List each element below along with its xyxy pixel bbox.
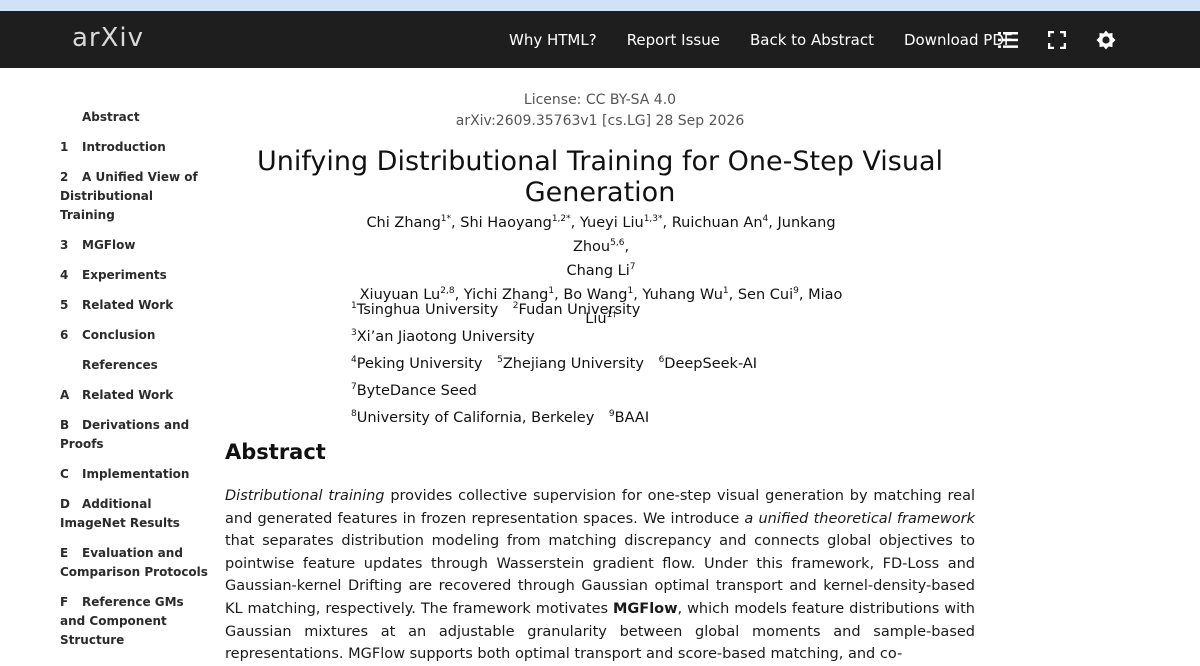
nav-report-issue[interactable]: Report Issue	[627, 31, 720, 49]
affiliation: 7ByteDance Seed	[351, 382, 477, 399]
affiliation: 6DeepSeek-AI	[658, 355, 758, 372]
toc-item-mgflow[interactable]: 3 MGFlow	[60, 236, 210, 255]
license-text[interactable]: License: CC BY-SA 4.0	[225, 90, 975, 111]
affiliation: 2Fudan University	[512, 301, 641, 318]
toc-item-implementation[interactable]: C Implementation	[60, 465, 210, 484]
nav-icons	[996, 11, 1143, 68]
table-of-contents: Abstract 1 Introduction 2A Unified View o…	[60, 108, 210, 661]
nav-links: Why HTML? Report Issue Back to Abstract …	[494, 11, 1028, 68]
abstract-text: Distributional training provides collect…	[225, 488, 975, 663]
affiliation-line-3: 8University of California, Berkeley 9BAA…	[351, 405, 831, 432]
affiliation-line-2: 4Peking University 5Zhejiang University …	[351, 351, 831, 405]
affiliation: 4Peking University	[351, 355, 483, 372]
fullscreen-icon[interactable]	[1045, 28, 1069, 52]
toc-item-experiments[interactable]: 4 Experiments	[60, 266, 210, 285]
affiliation-line-1: 1Tsinghua University 2Fudan University 3…	[351, 297, 831, 351]
affiliation: 3Xi’an Jiaotong University	[351, 328, 535, 345]
toc-item-unified-view[interactable]: 2A Unified View of Distributional Traini…	[60, 168, 210, 225]
affiliation: 5Zhejiang University	[497, 355, 644, 372]
theme-settings-icon[interactable]	[1094, 28, 1118, 52]
table-of-contents-icon[interactable]	[996, 28, 1020, 52]
toc-item-evaluation[interactable]: E Evaluation and Comparison Protocols	[60, 544, 210, 582]
nav-why-html[interactable]: Why HTML?	[509, 31, 597, 49]
author: Chang Li	[566, 263, 630, 279]
toc-item-conclusion[interactable]: 6 Conclusion	[60, 326, 210, 345]
toc-item-related-work[interactable]: 5 Related Work	[60, 296, 210, 315]
toc-item-appendix-related-work[interactable]: A Related Work	[60, 386, 210, 405]
browser-top-strip	[0, 0, 1200, 11]
nav-back-to-abstract[interactable]: Back to Abstract	[750, 31, 874, 49]
arxiv-logo[interactable]: arXiv	[72, 23, 144, 53]
affiliation: 8University of California, Berkeley	[351, 409, 595, 426]
toc-item-introduction[interactable]: 1 Introduction	[60, 138, 210, 157]
abstract-heading: Abstract	[225, 440, 326, 464]
author: Ruichuan An	[671, 215, 763, 231]
author: Yueyi Liu	[579, 215, 644, 231]
toc-item-references[interactable]: References	[60, 356, 210, 375]
author: Chi Zhang	[366, 215, 441, 231]
arxiv-id: arXiv:2609.35763v1 [cs.LG] 28 Sep 2026	[455, 113, 745, 129]
toc-item-reference-gms[interactable]: F Reference GMs and Component Structure	[60, 593, 210, 650]
toc-item-abstract[interactable]: Abstract	[60, 108, 210, 127]
paper-meta: License: CC BY-SA 4.0 arXiv:2609.35763v1…	[225, 90, 975, 132]
affiliation: 9BAAI	[608, 409, 650, 426]
paper-title: Unifying Distributional Training for One…	[256, 146, 944, 208]
author-line-2: Chang Li7	[566, 262, 636, 279]
affiliation: 1Tsinghua University	[351, 301, 499, 318]
toc-item-derivations[interactable]: B Derivations and Proofs	[60, 416, 210, 454]
author: Shi Haoyang	[460, 215, 552, 231]
top-navbar: arXiv Why HTML? Report Issue Back to Abs…	[0, 11, 1200, 68]
toc-item-imagenet-results[interactable]: D Additional ImageNet Results	[60, 495, 210, 533]
author-line-1: Chi Zhang1*, Shi Haoyang1,2*, Yueyi Liu1…	[366, 214, 836, 255]
affiliation-list: 1Tsinghua University 2Fudan University 3…	[351, 297, 831, 432]
